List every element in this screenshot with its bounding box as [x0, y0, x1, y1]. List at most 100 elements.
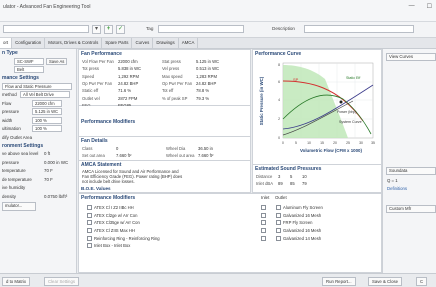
- x-tick: 20: [333, 141, 337, 145]
- run-report-button[interactable]: Run Report...: [322, 277, 356, 286]
- performance-key: Static eff: [82, 88, 99, 94]
- system-curve-label: System Curve: [339, 120, 362, 124]
- tab-curves[interactable]: Curves: [132, 38, 154, 48]
- modifier-item[interactable]: FRP Fly Screen: [261, 219, 323, 227]
- add-button[interactable]: +: [104, 25, 113, 34]
- view-curves-button[interactable]: View Curves: [386, 53, 436, 61]
- detail-key: Set out area: [82, 153, 105, 159]
- perf-mode-row: Flow and Static Pressure: [0, 82, 76, 91]
- fan-type-heading: n Type: [2, 50, 18, 56]
- definitions-link[interactable]: Definitions: [387, 186, 407, 191]
- checkbox[interactable]: [87, 205, 92, 211]
- tag-input[interactable]: [158, 25, 244, 33]
- performance-key: Vel press: [162, 66, 180, 72]
- performance-key: Tot eff: [162, 88, 174, 94]
- tab-motors[interactable]: Motors, Drives & Controls: [45, 38, 103, 48]
- env-value[interactable]: 70 F: [44, 168, 53, 173]
- performance-modifiers-panel: Performance Modifiers Inlet Outlet ATEX …: [78, 193, 382, 273]
- performance-key: Outlet vel: [82, 95, 100, 101]
- clear-settings-button[interactable]: Clear Settings: [44, 277, 79, 286]
- calculator-button[interactable]: mulator...: [2, 202, 36, 212]
- dropdown-button[interactable]: ▾: [92, 25, 101, 34]
- pressure-input[interactable]: 5.125 in WC: [32, 108, 62, 116]
- width-row: width 100 %: [0, 116, 76, 125]
- modifier-item[interactable]: Galvanized 16 Mesh: [261, 212, 323, 220]
- minimize-button[interactable]: —: [409, 3, 415, 10]
- env-value[interactable]: 0 ft: [44, 151, 50, 156]
- performance-value: 24.82 BHP: [118, 81, 139, 87]
- tab-configuration[interactable]: Configuration: [12, 38, 46, 48]
- tab-spare-parts[interactable]: Spare Parts: [102, 38, 133, 48]
- fan-performance-row: Outlet vel 2872 FPM % of peak SP 79.3 %: [79, 94, 250, 101]
- modifier-item[interactable]: Reinforcing Ring - Reinforcing Ring: [87, 234, 160, 242]
- save-as-button[interactable]: Save As: [46, 57, 68, 65]
- modifier-item[interactable]: Aluminum Fly Screen: [261, 204, 323, 212]
- outlet-checkbox[interactable]: [276, 220, 281, 226]
- custom-mfr-button[interactable]: Custom Mfr: [386, 205, 436, 213]
- inlet-checkbox[interactable]: [261, 228, 266, 234]
- performance-key: Vol Flow Per Fan: [82, 59, 114, 65]
- window-title: ulator - Advanced Fan Engineering Tool: [3, 4, 91, 10]
- static-eff-label: Static Eff: [346, 76, 360, 80]
- add-to-matrix-button[interactable]: d to Matrix: [2, 277, 31, 286]
- outlet-checkbox[interactable]: [276, 235, 281, 241]
- outlet-checkbox[interactable]: [276, 228, 281, 234]
- perf-mode-select[interactable]: Flow and Static Pressure: [2, 82, 72, 90]
- modifier-item[interactable]: Galvanized 16 Mesh: [261, 227, 323, 235]
- tab-report[interactable]: ort: [0, 38, 13, 48]
- method-select[interactable]: All Vel Belt Drive: [20, 91, 70, 99]
- detail-value: 0: [116, 146, 119, 152]
- checkbox[interactable]: [87, 243, 92, 249]
- save-close-button[interactable]: Save & Close: [368, 277, 403, 286]
- env-value[interactable]: 70 F: [44, 177, 53, 182]
- modifier-item[interactable]: ATEX Cl35ge w/ Arr Con: [87, 219, 160, 227]
- bottom-bar: d to Matrix Clear Settings Run Report...…: [0, 273, 436, 287]
- y-tick: 4: [278, 98, 280, 102]
- modifier-item[interactable]: ATEX Cl2ge w/ Arr Con: [87, 212, 160, 220]
- y-tick: 2: [278, 117, 280, 121]
- cancel-button[interactable]: C: [416, 277, 428, 286]
- env-row: ve above sea level 0 ft: [0, 150, 76, 159]
- inlet-checkbox[interactable]: [261, 205, 266, 211]
- inlet-checkbox[interactable]: [261, 235, 266, 241]
- soundata-button[interactable]: Soundata: [386, 167, 436, 175]
- pressure-label: pressure: [2, 109, 20, 115]
- ultimation-input[interactable]: 100 %: [32, 125, 62, 133]
- outlet-checkbox[interactable]: [276, 205, 281, 211]
- checkbox[interactable]: [87, 235, 92, 241]
- env-value[interactable]: 0.000 in WC: [44, 160, 68, 165]
- description-input[interactable]: [304, 25, 414, 33]
- checkbox[interactable]: [87, 212, 92, 218]
- env-row: temperature 70 F: [0, 167, 76, 176]
- fan-details-row: Set out area 7.660 ft² Wheel out area 7.…: [79, 152, 250, 159]
- check-button[interactable]: ✓: [116, 25, 125, 34]
- env-value[interactable]: 0.0750 lb/ft³: [44, 194, 67, 199]
- modify-outlet-row[interactable]: dify Outlet Area: [0, 133, 76, 142]
- right-actions: View Curves Soundata Q = 1 Definitions C…: [382, 49, 436, 273]
- toolbar: ▾ + ✓ Tag Description: [0, 22, 436, 38]
- modifier-item[interactable]: Inlet Box - Inlet Box: [87, 242, 160, 250]
- modifier-item[interactable]: ATEX Cl I Z2 IIBc HH: [87, 204, 160, 212]
- inlet-checkbox[interactable]: [261, 212, 266, 218]
- tab-drawings[interactable]: Drawings: [153, 38, 179, 48]
- selector-field[interactable]: [3, 25, 89, 33]
- modifier-item[interactable]: Galvanized 14 Mesh: [261, 234, 323, 242]
- arrangement-select[interactable]: Belt: [14, 66, 44, 74]
- fan-type-select[interactable]: SC-SWF: [14, 57, 44, 65]
- tag-label: Tag: [146, 26, 154, 31]
- tab-amca[interactable]: AMCA: [179, 38, 199, 48]
- boe-values-link[interactable]: B.O.E. Values: [79, 185, 250, 192]
- title-bar: ulator - Advanced Fan Engineering Tool —…: [0, 0, 436, 22]
- checkbox[interactable]: [87, 220, 92, 226]
- flow-input[interactable]: 22000 cfm: [32, 99, 62, 107]
- modifier-item[interactable]: ATEX Cl ZIIS Max HH: [87, 227, 160, 235]
- fan-performance-panel: Fan Performance Vol Flow Per Fan 22000 cf…: [78, 49, 251, 108]
- inlet-checkbox[interactable]: [261, 220, 266, 226]
- maximize-button[interactable]: ☐: [427, 3, 432, 10]
- outlet-checkbox[interactable]: [276, 212, 281, 218]
- width-input[interactable]: 100 %: [32, 116, 62, 124]
- modifier-label: Inlet Box - Inlet Box: [94, 243, 131, 249]
- modifier-label: ATEX Cl I Z2 IIBc HH: [94, 205, 134, 211]
- env-label: density: [2, 193, 16, 199]
- checkbox[interactable]: [87, 228, 92, 234]
